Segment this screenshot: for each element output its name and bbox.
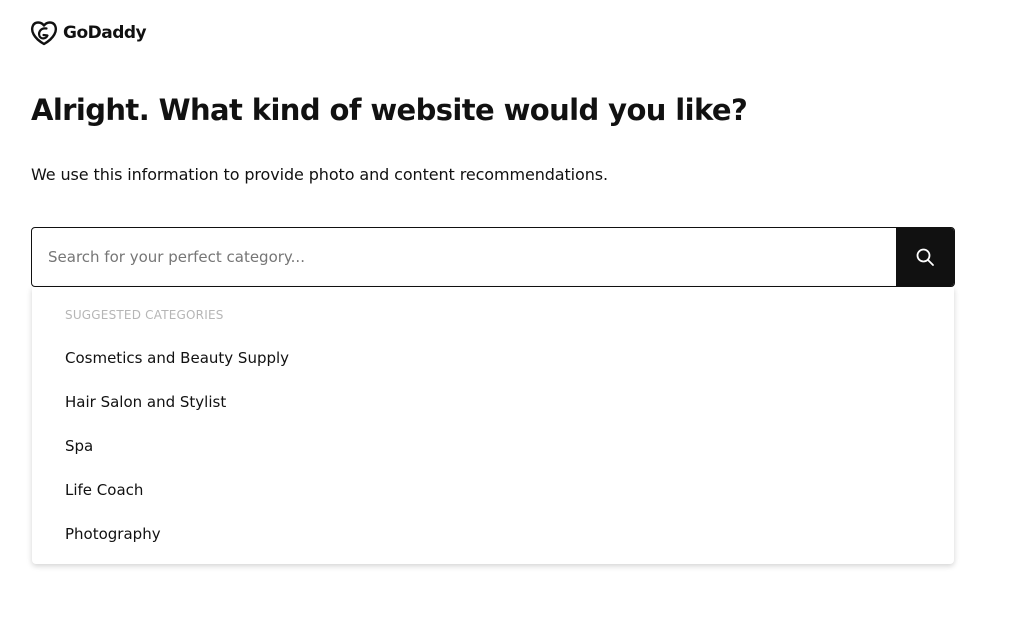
search-icon	[916, 248, 934, 266]
suggestion-item-cosmetics[interactable]: Cosmetics and Beauty Supply	[65, 349, 289, 367]
brand-name: GoDaddy	[63, 23, 147, 43]
suggestions-heading: SUGGESTED CATEGORIES	[65, 308, 224, 322]
suggestion-item-life-coach[interactable]: Life Coach	[65, 481, 143, 499]
page-subtitle: We use this information to provide photo…	[31, 165, 608, 184]
category-search-input[interactable]	[32, 228, 896, 286]
search-button[interactable]	[896, 228, 954, 286]
suggestion-item-photography[interactable]: Photography	[65, 525, 161, 543]
header: GoDaddy	[30, 18, 147, 48]
category-search-box	[31, 227, 955, 287]
suggestion-item-spa[interactable]: Spa	[65, 437, 93, 455]
suggestions-dropdown: SUGGESTED CATEGORIES Cosmetics and Beaut…	[32, 287, 954, 564]
page-title: Alright. What kind of website would you …	[31, 93, 748, 127]
godaddy-logo-icon[interactable]	[30, 19, 58, 47]
suggestion-item-hair-salon[interactable]: Hair Salon and Stylist	[65, 393, 226, 411]
